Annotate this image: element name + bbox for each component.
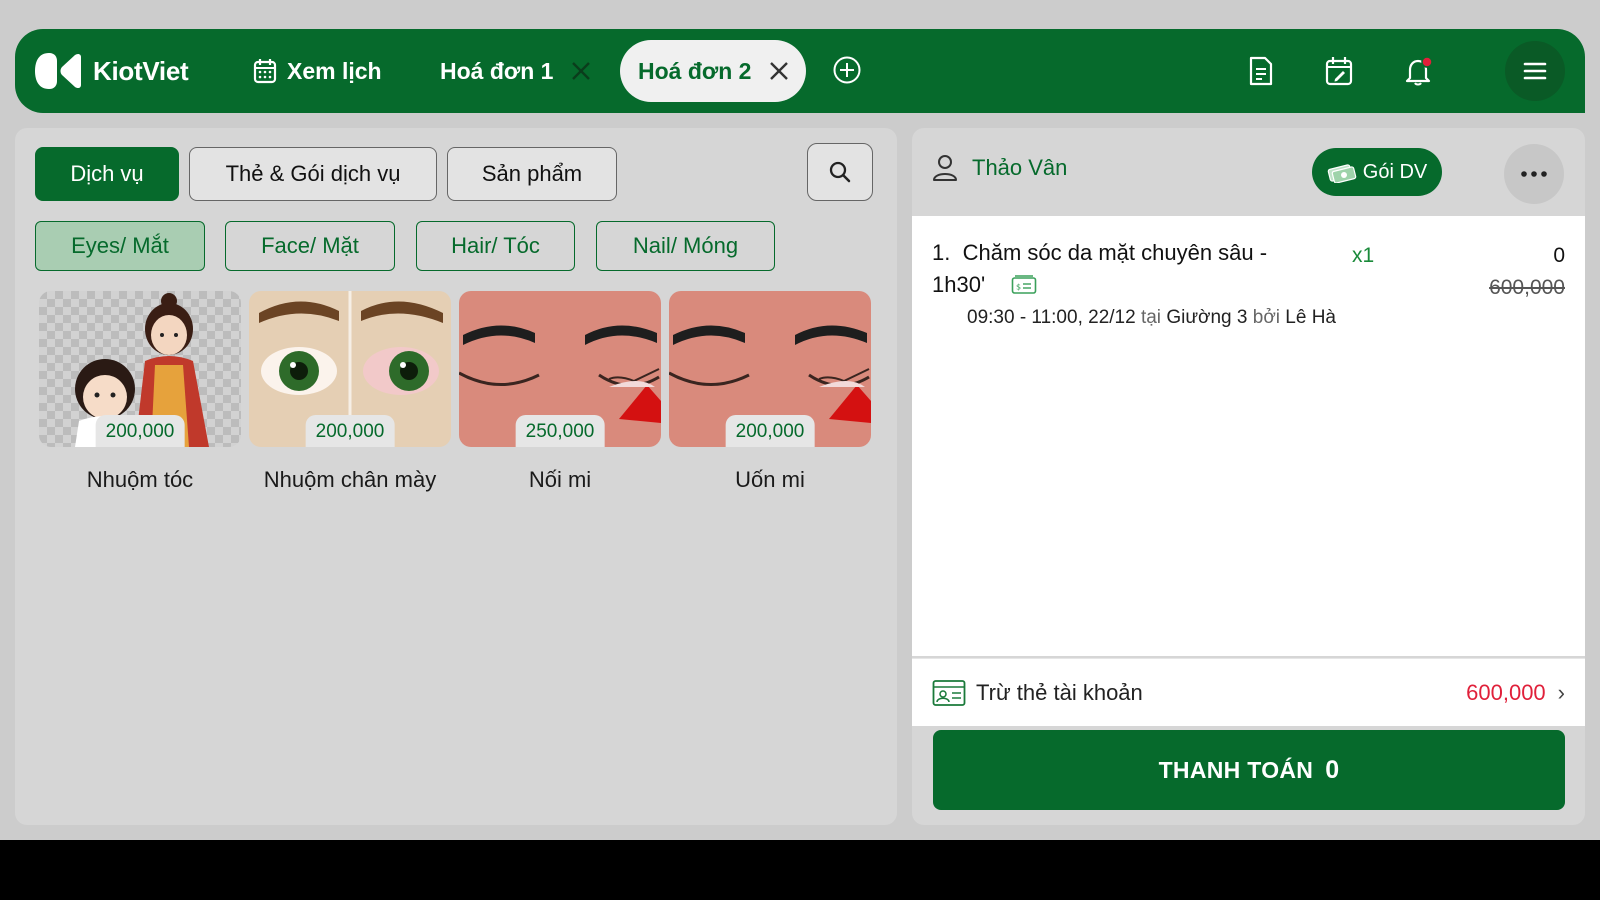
service-name: Nhuộm tóc <box>86 467 194 492</box>
calendar-icon <box>253 59 277 84</box>
search-icon <box>829 161 851 183</box>
tab-invoice-2[interactable]: Hoá đơn 2 <box>620 40 806 102</box>
item-quantity[interactable]: x1 <box>1352 244 1374 268</box>
schedule-at-word: tại <box>1140 307 1162 328</box>
category-label: Hair/ Tóc <box>451 233 540 258</box>
service-name: Uốn mi <box>735 467 805 492</box>
category-nail[interactable]: Nail/ Móng <box>596 221 775 271</box>
deduct-amount: 600,000 <box>1466 679 1546 705</box>
customer-selector[interactable]: Thảo Vân <box>932 154 1067 182</box>
order-item-list: 1. Chăm sóc da mặt chuyên sâu - 1h30' $ … <box>912 216 1585 656</box>
menu-button[interactable] <box>1505 41 1565 101</box>
item-schedule: 09:30 - 11:00, 22/12 tại Giường 3 bởi Lê… <box>967 307 1336 329</box>
category-face[interactable]: Face/ Mặt <box>225 221 395 271</box>
service-image: 200,000 <box>249 291 451 447</box>
service-card[interactable]: 200,000 Nhuộm tóc <box>39 291 241 493</box>
service-price: 200,000 <box>725 415 815 447</box>
item-name: Chăm sóc da mặt chuyên sâu - <box>962 240 1268 265</box>
customer-name: Thảo Vân <box>972 155 1068 180</box>
category-label: Eyes/ Mắt <box>71 233 169 258</box>
item-title: 1. Chăm sóc da mặt chuyên sâu - <box>932 240 1267 266</box>
item-original-price: 600,000 <box>1489 276 1565 299</box>
deduct-account-row[interactable]: Trừ thẻ tài khoản 600,000 › <box>912 658 1585 726</box>
calendar-edit-icon[interactable] <box>1317 49 1361 93</box>
segment-cards-packages[interactable]: Thẻ & Gói dịch vụ <box>189 147 437 201</box>
service-price: 200,000 <box>305 415 395 447</box>
item-price: 0 <box>1553 244 1565 267</box>
service-price: 250,000 <box>515 415 605 447</box>
menu-icon <box>1523 62 1547 80</box>
segment-label: Dịch vụ <box>70 161 144 186</box>
app-screen: KiotViet Xem lịch Hoá đơn 1 Hoá đơn 2 Dị… <box>0 0 1600 840</box>
item-title-cont: 1h30' $ <box>932 272 1037 298</box>
brand-name: KiotViet <box>93 55 189 86</box>
tab-label: Hoá đơn 1 <box>440 57 554 84</box>
add-tab-icon[interactable] <box>832 55 862 90</box>
checkout-label: THANH TOÁN <box>1158 756 1314 783</box>
service-card[interactable]: 200,000 Nhuộm chân mày <box>249 291 451 493</box>
button-label: Gói DV <box>1362 160 1428 183</box>
user-icon <box>933 155 957 181</box>
tab-invoice-1[interactable]: Hoá đơn 1 <box>440 40 591 102</box>
service-image: 250,000 <box>459 291 661 447</box>
svg-text:$: $ <box>1016 283 1021 292</box>
service-price: 200,000 <box>95 415 185 447</box>
service-name: Nối mi <box>528 467 592 492</box>
logo: KiotViet <box>35 51 189 91</box>
schedule-staff: Lê Hà <box>1285 307 1336 328</box>
money-stack-icon <box>1327 164 1357 183</box>
category-label: Nail/ Móng <box>632 233 739 258</box>
service-image: 200,000 <box>39 291 241 447</box>
tab-label: Xem lịch <box>287 57 382 84</box>
schedule-by-word: bởi <box>1252 307 1281 328</box>
kiotviet-logo-icon <box>35 51 81 91</box>
close-icon[interactable] <box>769 61 789 81</box>
category-label: Face/ Mặt <box>261 233 359 258</box>
category-eyes[interactable]: Eyes/ Mắt <box>35 221 205 271</box>
chevron-right-icon: › <box>1557 679 1565 705</box>
service-card[interactable]: 200,000 Uốn mi <box>669 291 871 493</box>
tab-label: Hoá đơn 2 <box>638 57 752 84</box>
service-card[interactable]: 250,000 Nối mi <box>459 291 661 493</box>
segment-label: Sản phẩm <box>481 161 583 186</box>
item-name-cont: 1h30' <box>932 272 986 297</box>
segment-label: Thẻ & Gói dịch vụ <box>225 161 401 186</box>
schedule-bed: Giường 3 <box>1166 307 1248 328</box>
checkout-button[interactable]: THANH TOÁN 0 <box>933 730 1565 810</box>
category-hair[interactable]: Hair/ Tóc <box>416 221 575 271</box>
segment-products[interactable]: Sản phẩm <box>447 147 617 201</box>
top-bar: KiotViet Xem lịch Hoá đơn 1 Hoá đơn 2 <box>15 29 1585 113</box>
schedule-time: 09:30 - 11:00, 22/12 <box>967 307 1136 328</box>
service-image: 200,000 <box>669 291 871 447</box>
more-options-button[interactable] <box>1504 144 1564 204</box>
service-package-button[interactable]: Gói DV <box>1312 148 1442 196</box>
service-name: Nhuộm chân mày <box>263 467 437 492</box>
more-icon <box>1521 171 1547 177</box>
item-index: 1. <box>932 240 951 265</box>
bell-icon[interactable] <box>1397 49 1441 93</box>
invoice-panel: Thảo Vân Gói DV 1. Chăm sóc da mặt chuyê… <box>912 128 1585 825</box>
tab-calendar[interactable]: Xem lịch <box>253 40 382 102</box>
close-icon[interactable] <box>571 61 591 81</box>
checkout-total: 0 <box>1325 755 1340 784</box>
deduct-label: Trừ thẻ tài khoản <box>976 679 1143 705</box>
id-card-icon <box>932 679 966 706</box>
cash-icon: $ <box>1011 275 1037 294</box>
segment-services[interactable]: Dịch vụ <box>35 147 179 201</box>
catalog-panel: Dịch vụ Thẻ & Gói dịch vụ Sản phẩm Eyes/… <box>15 128 897 825</box>
document-icon[interactable] <box>1239 49 1283 93</box>
search-button[interactable] <box>807 143 873 201</box>
